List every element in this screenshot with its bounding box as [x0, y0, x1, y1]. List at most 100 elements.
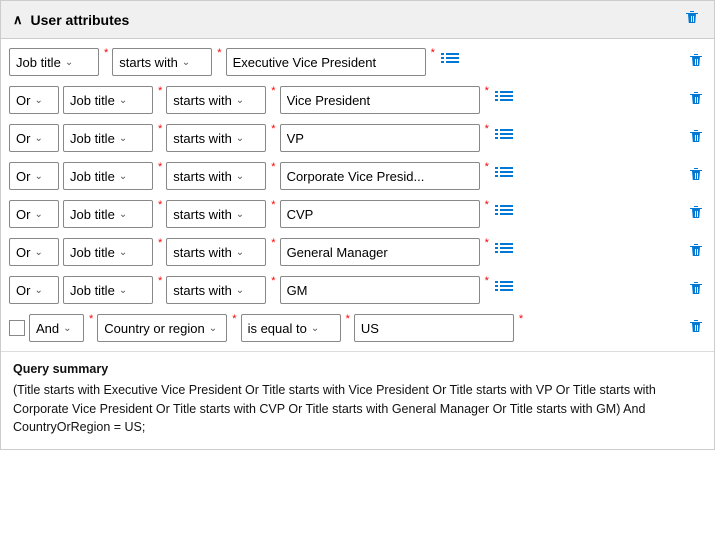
list-button[interactable] [439, 52, 461, 73]
required-star-2: * [217, 47, 221, 59]
required-star-2: * [271, 123, 275, 135]
query-summary: Query summary (Title starts with Executi… [1, 351, 714, 449]
value-input[interactable] [280, 162, 480, 190]
required-star: * [158, 275, 162, 287]
value-input[interactable] [226, 48, 426, 76]
list-icon [441, 52, 459, 68]
required-star: * [89, 313, 93, 325]
required-star: * [158, 85, 162, 97]
required-star-2: * [271, 85, 275, 97]
row-trash-icon [688, 128, 704, 144]
field-select[interactable]: Job title ⌄ [63, 124, 153, 152]
field-select[interactable]: Job title ⌄ [63, 162, 153, 190]
section-trash-button[interactable] [682, 9, 702, 30]
value-input[interactable] [280, 124, 480, 152]
field-chevron-icon: ⌄ [119, 285, 127, 296]
or-chevron-icon: ⌄ [34, 95, 42, 106]
section-title: User attributes [31, 12, 130, 28]
operator-label: starts with [119, 55, 178, 70]
or-select[interactable]: Or ⌄ [9, 200, 59, 228]
or-select[interactable]: Or ⌄ [9, 276, 59, 304]
and-label: And [36, 321, 59, 336]
list-button[interactable] [493, 280, 515, 301]
required-star-2: * [271, 199, 275, 211]
operator-select[interactable]: starts with ⌄ [166, 124, 266, 152]
value-input[interactable] [280, 276, 480, 304]
row-trash-icon [688, 166, 704, 182]
row-trash-button[interactable] [686, 204, 706, 225]
row-checkbox[interactable] [9, 320, 25, 336]
row-trash-button[interactable] [686, 90, 706, 111]
value-input[interactable] [280, 86, 480, 114]
required-star-3: * [346, 313, 350, 325]
or-select[interactable]: Or ⌄ [9, 162, 59, 190]
required-star: * [158, 123, 162, 135]
list-button[interactable] [493, 204, 515, 225]
row-trash-button[interactable] [686, 318, 706, 339]
or-chevron-icon: ⌄ [34, 285, 42, 296]
field-chevron-icon: ⌄ [119, 171, 127, 182]
row-trash-button[interactable] [686, 280, 706, 301]
operator-select[interactable]: starts with ⌄ [166, 200, 266, 228]
or-select[interactable]: Or ⌄ [9, 124, 59, 152]
list-button[interactable] [493, 242, 515, 263]
or-select[interactable]: Or ⌄ [9, 86, 59, 114]
or-chevron-icon: ⌄ [34, 209, 42, 220]
row-trash-button[interactable] [686, 242, 706, 263]
field-label: Job title [70, 93, 115, 108]
field-select[interactable]: Job title ⌄ [63, 200, 153, 228]
or-chevron-icon: ⌄ [34, 133, 42, 144]
field-label: Job title [70, 207, 115, 222]
operator-label: starts with [173, 207, 232, 222]
operator-chevron-icon: ⌄ [236, 247, 244, 258]
required-star-3: * [485, 161, 489, 173]
required-star-3: * [485, 275, 489, 287]
filter-row: Or ⌄ Job title ⌄ * starts with ⌄ ** [9, 121, 706, 155]
required-star-3: * [485, 237, 489, 249]
list-icon [495, 204, 513, 220]
collapse-icon[interactable]: ∧ [13, 12, 23, 28]
and-select[interactable]: And ⌄ [29, 314, 84, 342]
list-icon [495, 242, 513, 258]
or-label: Or [16, 93, 30, 108]
operator-select[interactable]: starts with ⌄ [166, 238, 266, 266]
or-select[interactable]: Or ⌄ [9, 238, 59, 266]
operator-select[interactable]: starts with ⌄ [112, 48, 212, 76]
required-star: * [158, 199, 162, 211]
required-star-3: * [485, 199, 489, 211]
or-label: Or [16, 245, 30, 260]
operator-chevron-icon: ⌄ [236, 285, 244, 296]
operator-select[interactable]: starts with ⌄ [166, 276, 266, 304]
list-button[interactable] [493, 128, 515, 149]
operator-select[interactable]: is equal to ⌄ [241, 314, 341, 342]
value-input[interactable] [280, 200, 480, 228]
row-trash-button[interactable] [686, 166, 706, 187]
list-button[interactable] [493, 90, 515, 111]
operator-select[interactable]: starts with ⌄ [166, 86, 266, 114]
row-trash-button[interactable] [686, 52, 706, 73]
operator-label: starts with [173, 245, 232, 260]
row-trash-icon [688, 318, 704, 334]
required-star-2: * [271, 161, 275, 173]
required-star: * [158, 161, 162, 173]
and-chevron-icon: ⌄ [63, 323, 71, 334]
field-select[interactable]: Job title ⌄ [63, 276, 153, 304]
value-input[interactable] [354, 314, 514, 342]
field-chevron-icon: ⌄ [119, 133, 127, 144]
field-chevron-icon: ⌄ [209, 323, 217, 334]
row-trash-icon [688, 242, 704, 258]
field-select[interactable]: Job title ⌄ [63, 86, 153, 114]
operator-select[interactable]: starts with ⌄ [166, 162, 266, 190]
row-trash-button[interactable] [686, 128, 706, 149]
list-button[interactable] [493, 166, 515, 187]
operator-label: is equal to [248, 321, 307, 336]
field-label: Job title [70, 245, 115, 260]
field-select[interactable]: Country or region ⌄ [97, 314, 227, 342]
or-chevron-icon: ⌄ [34, 247, 42, 258]
field-select[interactable]: Job title ⌄ [9, 48, 99, 76]
field-chevron-icon: ⌄ [65, 57, 73, 68]
field-label: Job title [70, 169, 115, 184]
value-input[interactable] [280, 238, 480, 266]
field-select[interactable]: Job title ⌄ [63, 238, 153, 266]
required-star-3: * [485, 85, 489, 97]
